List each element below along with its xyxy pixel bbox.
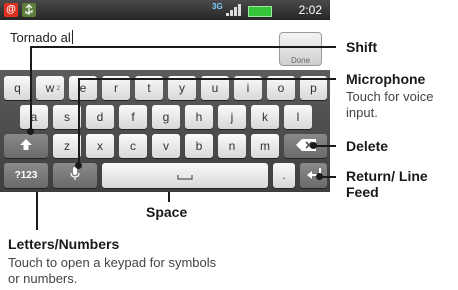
key-l[interactable]: l — [284, 105, 312, 129]
microphone-callout-line-vertical — [78, 78, 80, 168]
letters-numbers-description: Touch to open a keypad for symbols or nu… — [8, 255, 217, 286]
done-button[interactable]: Done — [279, 32, 322, 66]
space-label: Space — [146, 204, 188, 220]
return-callout-dot — [316, 173, 323, 180]
letters-numbers-label: Letters/Numbers — [8, 236, 120, 252]
key-s[interactable]: s — [53, 105, 81, 129]
microphone-callout-line — [78, 78, 336, 80]
shift-callout-dot — [27, 128, 34, 135]
return-label: Return/ Line Feed — [346, 168, 428, 200]
delete-callout-line — [314, 145, 336, 147]
email-notification-icon: @ — [4, 3, 18, 17]
text-field-value: Tornado al — [10, 30, 73, 45]
shift-label: Shift — [346, 39, 378, 55]
key-n[interactable]: n — [218, 134, 246, 158]
key-h[interactable]: h — [185, 105, 213, 129]
shift-key[interactable] — [4, 134, 48, 158]
key-z[interactable]: z — [53, 134, 81, 158]
key-x[interactable]: x — [86, 134, 114, 158]
status-bar: @ 3G 2:02 — [0, 0, 330, 20]
usb-notification-icon — [22, 3, 36, 17]
key-d[interactable]: d — [86, 105, 114, 129]
delete-callout-dot — [310, 142, 317, 149]
key-v[interactable]: v — [152, 134, 180, 158]
microphone-description: Touch for voice input. — [346, 89, 434, 120]
network-type-icon: 3G — [212, 2, 223, 11]
numbers-symbols-key[interactable]: ?123 — [4, 163, 48, 188]
key-g[interactable]: g — [152, 105, 180, 129]
period-key[interactable]: . — [273, 163, 295, 188]
onscreen-keyboard: q w2 e r t y u i o p a s d f g h j k l z… — [0, 70, 330, 192]
key-c[interactable]: c — [119, 134, 147, 158]
space-callout-line — [168, 192, 170, 202]
signal-icon — [226, 4, 241, 16]
shift-arrow-icon — [20, 139, 32, 150]
delete-label: Delete — [346, 138, 389, 154]
key-f[interactable]: f — [119, 105, 147, 129]
key-a[interactable]: a — [20, 105, 48, 129]
clock: 2:02 — [298, 3, 322, 17]
shift-callout-line-vertical — [30, 46, 32, 134]
shift-callout-line — [30, 46, 336, 48]
microphone-icon — [70, 167, 80, 180]
key-k[interactable]: k — [251, 105, 279, 129]
letters-numbers-callout-line — [36, 192, 38, 230]
key-q[interactable]: q — [4, 76, 31, 100]
text-cursor — [71, 30, 73, 44]
phone-screen: @ 3G 2:02 Tornado al Done q w2 e r t y u… — [0, 0, 330, 192]
microphone-callout-dot — [75, 162, 82, 169]
key-b[interactable]: b — [185, 134, 213, 158]
key-j[interactable]: j — [218, 105, 246, 129]
battery-icon — [248, 6, 272, 17]
space-key[interactable] — [102, 163, 268, 188]
space-bar-icon — [177, 175, 193, 180]
key-w[interactable]: w2 — [36, 76, 64, 100]
key-m[interactable]: m — [251, 134, 279, 158]
microphone-label: Microphone — [346, 71, 426, 87]
message-text-field[interactable]: Tornado al Done — [0, 20, 330, 70]
